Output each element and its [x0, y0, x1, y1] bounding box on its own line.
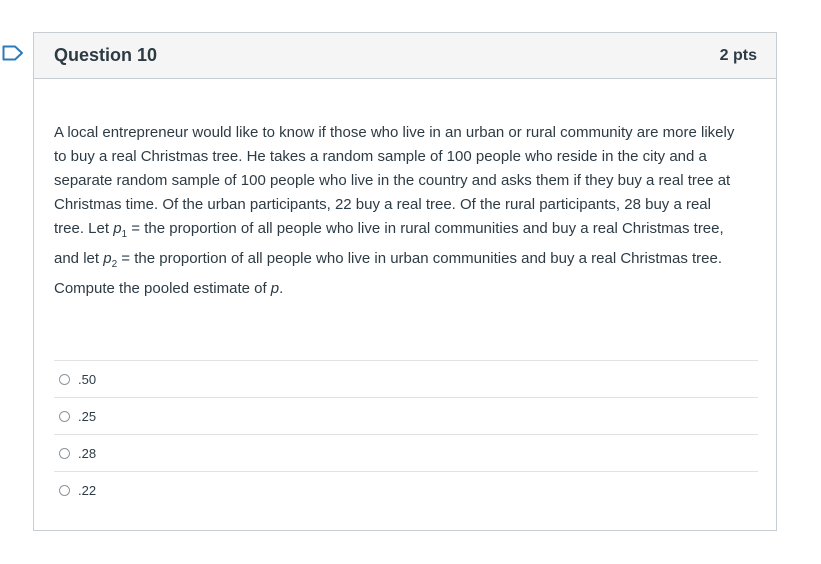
answer-label[interactable]: .25 — [78, 409, 96, 424]
answer-label[interactable]: .50 — [78, 372, 96, 387]
radio-button-icon[interactable] — [59, 484, 70, 496]
answer-option-1[interactable]: .50 — [54, 360, 758, 397]
p-symbol: p — [270, 280, 280, 297]
radio-button-icon[interactable] — [59, 447, 70, 459]
question-title: Question 10 — [54, 45, 158, 65]
flag-question-icon[interactable] — [2, 45, 24, 61]
p1-symbol: p — [113, 220, 122, 237]
answer-list: .50 .25 .28 .22 — [54, 360, 758, 508]
radio-button-icon[interactable] — [59, 373, 70, 385]
answer-option-3[interactable]: .28 — [54, 434, 758, 471]
question-text: A local entrepreneur would like to know … — [54, 121, 744, 301]
radio-button-icon[interactable] — [59, 410, 70, 422]
question-text-part-3: = the proportion of all people who live … — [54, 250, 723, 297]
question-card: Question 10 2 pts A local entrepreneur w… — [33, 32, 777, 531]
question-points: 2 pts — [719, 46, 757, 64]
question-text-end: . — [279, 280, 284, 297]
answer-label[interactable]: .22 — [78, 483, 96, 498]
question-header: Question 10 2 pts — [34, 33, 776, 79]
p2-symbol: p — [103, 250, 112, 267]
answer-label[interactable]: .28 — [78, 446, 96, 461]
answer-option-2[interactable]: .25 — [54, 397, 758, 434]
answer-option-4[interactable]: .22 — [54, 471, 758, 508]
